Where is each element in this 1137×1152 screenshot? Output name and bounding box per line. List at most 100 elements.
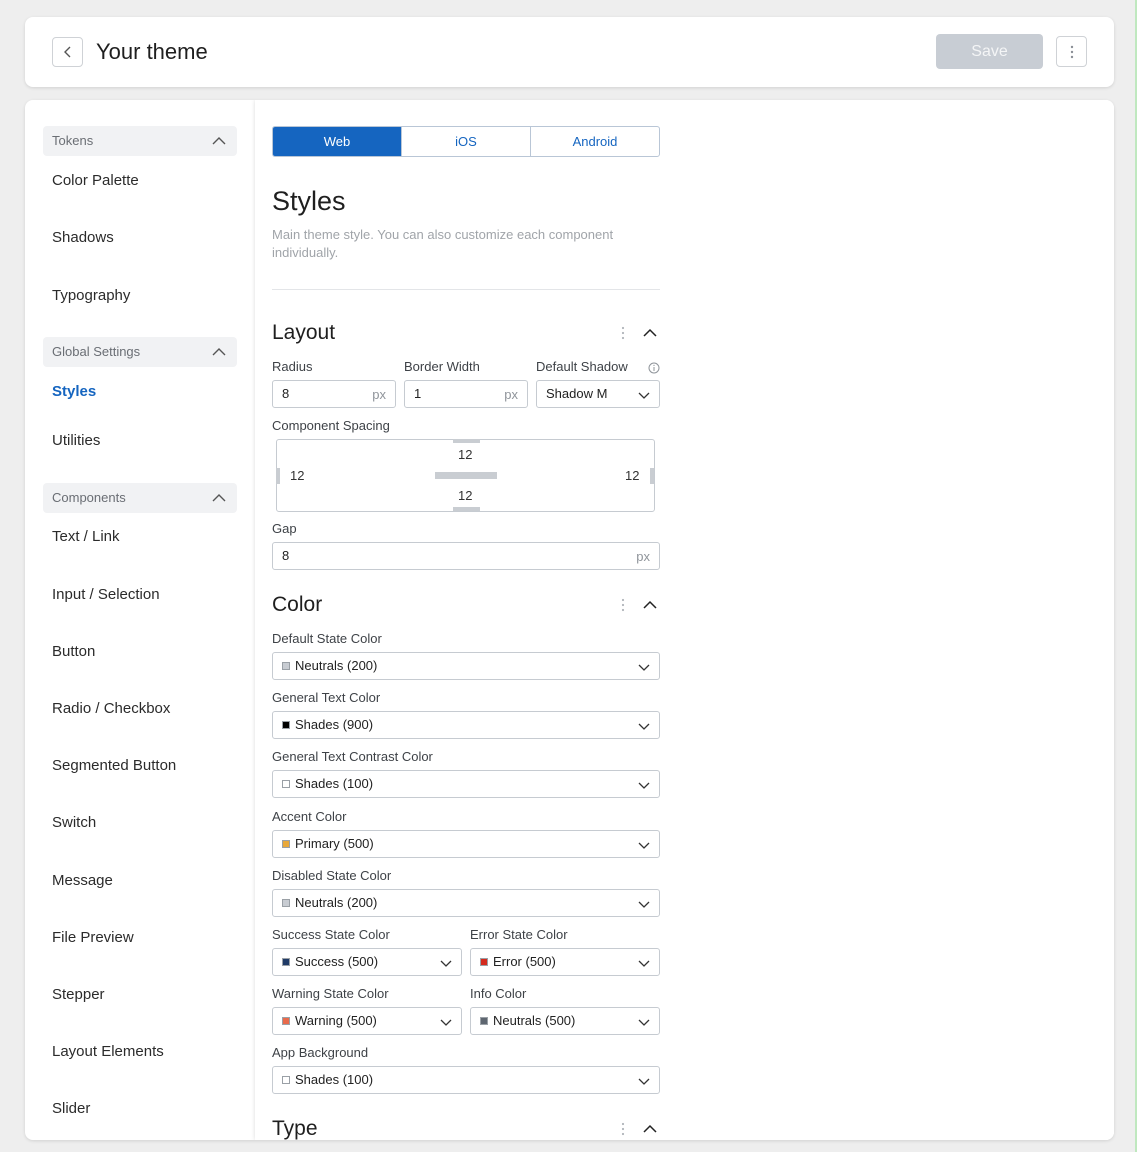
app-background-value: Shades (100) xyxy=(295,1072,374,1087)
spacing-top-value[interactable]: 12 xyxy=(458,447,472,463)
chevron-up-icon xyxy=(212,494,226,502)
radius-input[interactable]: 8 px xyxy=(272,380,396,408)
accent-color-value: Primary (500) xyxy=(295,836,374,851)
chevron-down-icon xyxy=(638,901,650,908)
sidebar-group-global-settings[interactable]: Global Settings xyxy=(43,337,237,367)
gap-input[interactable]: 8 px xyxy=(272,542,660,570)
warning-state-color-label: Warning State Color xyxy=(272,986,389,1001)
error-state-color-select[interactable]: Error (500) xyxy=(470,948,660,976)
border-width-label: Border Width xyxy=(404,359,480,374)
section-title-type: Type xyxy=(272,1117,318,1140)
sidebar-item-segmented-button[interactable]: Segmented Button xyxy=(52,756,176,776)
general-text-color-select[interactable]: Shades (900) xyxy=(272,711,660,739)
color-swatch xyxy=(480,1017,488,1025)
border-width-value: 1 xyxy=(414,386,422,401)
spacing-bottom-handle[interactable] xyxy=(453,507,480,511)
more-options-button[interactable] xyxy=(1056,36,1087,67)
sidebar-item-text-link[interactable]: Text / Link xyxy=(52,527,120,547)
spacing-right-handle[interactable] xyxy=(650,468,654,484)
sidebar-item-stepper[interactable]: Stepper xyxy=(52,985,105,1005)
default-shadow-label: Default Shadow xyxy=(536,359,628,374)
disabled-state-color-select[interactable]: Neutrals (200) xyxy=(272,889,660,917)
general-text-color-value: Shades (900) xyxy=(295,717,374,732)
chevron-left-icon xyxy=(63,46,70,58)
vertical-dots-icon xyxy=(1070,45,1073,58)
color-swatch xyxy=(282,662,290,670)
sidebar-item-color-palette[interactable]: Color Palette xyxy=(52,171,139,191)
border-width-input[interactable]: 1 px xyxy=(404,380,528,408)
success-state-color-label: Success State Color xyxy=(272,927,390,942)
chevron-down-icon xyxy=(440,1019,452,1026)
accent-color-select[interactable]: Primary (500) xyxy=(272,830,660,858)
preview-area xyxy=(678,100,1114,1140)
sidebar-item-file-preview[interactable]: File Preview xyxy=(52,928,134,948)
radius-value: 8 xyxy=(282,386,290,401)
sidebar-group-label: Components xyxy=(52,490,126,505)
default-state-color-label: Default State Color xyxy=(272,631,382,646)
sidebar-item-slider[interactable]: Slider xyxy=(52,1099,90,1119)
success-state-color-select[interactable]: Success (500) xyxy=(272,948,462,976)
color-swatch xyxy=(282,1017,290,1025)
vertical-dots-icon[interactable] xyxy=(617,1121,629,1137)
sidebar-item-message[interactable]: Message xyxy=(52,871,113,891)
tab-ios[interactable]: iOS xyxy=(401,127,530,156)
sidebar-item-typography[interactable]: Typography xyxy=(52,286,130,306)
spacing-right-value[interactable]: 12 xyxy=(625,468,639,484)
tab-android[interactable]: Android xyxy=(530,127,659,156)
sidebar-item-radio-checkbox[interactable]: Radio / Checkbox xyxy=(52,699,170,719)
default-shadow-select[interactable]: Shadow M xyxy=(536,380,660,408)
spacing-left-value[interactable]: 12 xyxy=(290,468,304,484)
section-title-color: Color xyxy=(272,593,323,616)
chevron-up-icon[interactable] xyxy=(643,1123,657,1135)
chevron-down-icon xyxy=(638,1019,650,1026)
back-button[interactable] xyxy=(52,37,83,67)
radius-unit: px xyxy=(372,387,386,402)
color-swatch xyxy=(282,1076,290,1084)
info-color-select[interactable]: Neutrals (500) xyxy=(470,1007,660,1035)
color-swatch xyxy=(282,958,290,966)
spacing-top-handle[interactable] xyxy=(453,439,480,443)
sidebar-item-button[interactable]: Button xyxy=(52,642,95,662)
gap-label: Gap xyxy=(272,521,297,536)
gap-value: 8 xyxy=(282,548,290,563)
chevron-down-icon xyxy=(638,1078,650,1085)
sidebar-item-input-selection[interactable]: Input / Selection xyxy=(52,585,160,605)
sidebar-group-tokens[interactable]: Tokens xyxy=(43,126,237,156)
sidebar-group-label: Tokens xyxy=(52,133,94,148)
sidebar-item-switch[interactable]: Switch xyxy=(52,813,96,833)
chevron-down-icon xyxy=(638,782,650,789)
info-icon[interactable] xyxy=(648,362,660,374)
app-background-select[interactable]: Shades (100) xyxy=(272,1066,660,1094)
panel-title: Styles xyxy=(272,186,346,216)
panel-description: Main theme style. You can also customize… xyxy=(272,227,614,260)
chevron-up-icon xyxy=(212,348,226,356)
save-button[interactable]: Save xyxy=(936,34,1043,69)
tab-web[interactable]: Web xyxy=(273,127,401,156)
general-text-contrast-color-value: Shades (100) xyxy=(295,776,374,791)
color-swatch xyxy=(282,899,290,907)
chevron-down-icon xyxy=(638,664,650,671)
spacing-left-handle[interactable] xyxy=(276,468,280,484)
default-state-color-value: Neutrals (200) xyxy=(295,658,378,673)
chevron-down-icon xyxy=(638,723,650,730)
sidebar-item-layout-elements[interactable]: Layout Elements xyxy=(52,1042,164,1062)
sidebar-group-components[interactable]: Components xyxy=(43,483,237,513)
default-state-color-select[interactable]: Neutrals (200) xyxy=(272,652,660,680)
general-text-contrast-color-select[interactable]: Shades (100) xyxy=(272,770,660,798)
info-color-value: Neutrals (500) xyxy=(493,1013,576,1028)
sidebar-item-shadows[interactable]: Shadows xyxy=(52,228,114,248)
chevron-up-icon[interactable] xyxy=(643,327,657,339)
color-swatch xyxy=(480,958,488,966)
warning-state-color-select[interactable]: Warning (500) xyxy=(272,1007,462,1035)
component-spacing-label: Component Spacing xyxy=(272,418,390,433)
error-state-color-label: Error State Color xyxy=(470,927,568,942)
spacing-bottom-value[interactable]: 12 xyxy=(458,488,472,504)
sidebar-item-utilities[interactable]: Utilities xyxy=(52,431,100,451)
color-swatch xyxy=(282,780,290,788)
sidebar-item-styles[interactable]: Styles xyxy=(52,382,96,402)
vertical-dots-icon[interactable] xyxy=(617,325,629,341)
styles-panel: Web iOS Android Styles Main theme style.… xyxy=(255,100,678,1140)
color-swatch xyxy=(282,721,290,729)
chevron-up-icon[interactable] xyxy=(643,599,657,611)
vertical-dots-icon[interactable] xyxy=(617,597,629,613)
